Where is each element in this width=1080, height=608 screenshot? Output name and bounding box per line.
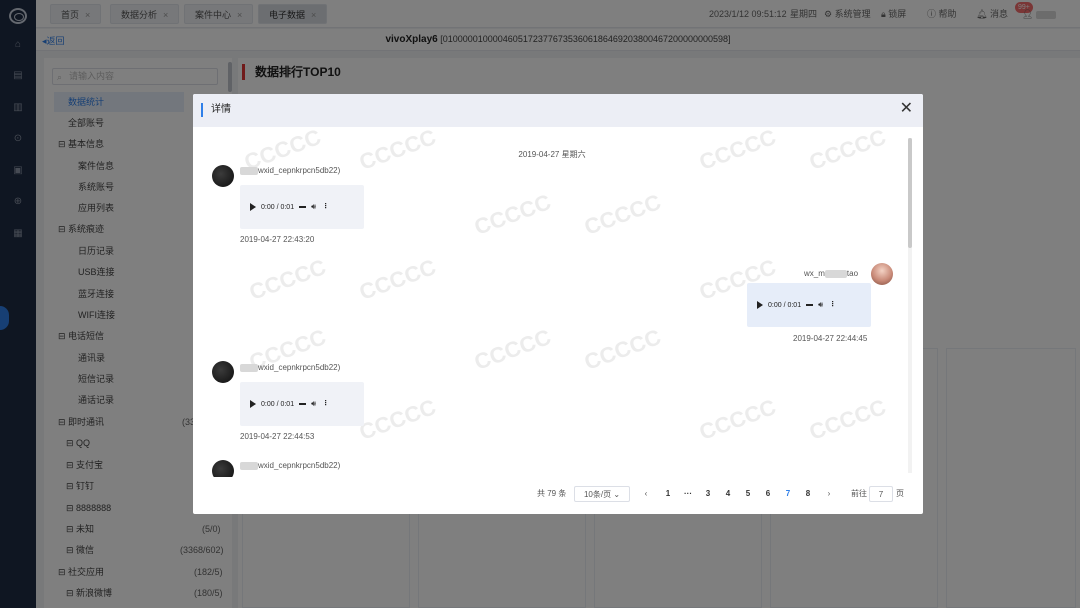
play-icon[interactable] — [250, 203, 256, 211]
volume-icon[interactable]: 🔊︎ — [818, 297, 823, 313]
avatar — [212, 460, 234, 477]
audio-player[interactable]: 0:00 / 0:01 🔊︎ ⋮ — [250, 199, 354, 215]
volume-icon[interactable]: 🔊︎ — [311, 199, 316, 215]
sender-name: wx_m tao — [804, 269, 859, 278]
progress-bar[interactable] — [806, 304, 814, 306]
page-button[interactable]: 5 — [741, 486, 755, 502]
message-timestamp: 2019-04-27 22:44:45 — [793, 334, 868, 343]
goto-label: 前往 — [851, 489, 867, 498]
page-button[interactable]: 1 — [661, 486, 675, 502]
total-count: 共 79 条 — [537, 489, 567, 498]
close-icon[interactable]: ✕ — [900, 100, 913, 118]
message-timestamp: 2019-04-27 22:43:20 — [240, 235, 315, 244]
voice-message: 0:00 / 0:01 🔊︎ ⋮ — [240, 185, 364, 229]
page-button[interactable]: 3 — [701, 486, 715, 502]
page-ellipsis[interactable]: ··· — [681, 486, 695, 502]
more-icon[interactable]: ⋮ — [322, 396, 329, 412]
chat-log[interactable]: CCCCC CCCCC CCCCC CCCCC CCCCC CCCCC CCCC… — [193, 127, 911, 477]
more-icon[interactable]: ⋮ — [322, 199, 329, 215]
watermark: CCCCC — [245, 254, 330, 305]
avatar — [212, 165, 234, 187]
sender-name: wxid_cepnkrpcn5db22) — [240, 363, 340, 372]
chevron-down-icon: ⌄ — [613, 490, 621, 499]
chat-scrollbar[interactable] — [908, 138, 912, 473]
watermark: CCCCC — [580, 189, 665, 240]
watermark: CCCCC — [805, 394, 890, 445]
date-separator: 2019-04-27 星期六 — [518, 150, 586, 159]
goto-page-input[interactable]: 7 — [869, 486, 893, 502]
avatar — [212, 361, 234, 383]
dialog-header: 详情 ✕ — [193, 94, 923, 127]
page-button-current[interactable]: 7 — [781, 486, 795, 502]
sender-name: wxid_cepnkrpcn5db22) — [240, 166, 340, 175]
avatar — [871, 263, 893, 285]
voice-message: 0:00 / 0:01 🔊︎ ⋮ — [747, 283, 871, 327]
page-button[interactable]: 6 — [761, 486, 775, 502]
watermark: CCCCC — [695, 394, 780, 445]
voice-message: 0:00 / 0:01 🔊︎ ⋮ — [240, 382, 364, 426]
play-icon[interactable] — [250, 400, 256, 408]
watermark: CCCCC — [580, 324, 665, 375]
sender-name: wxid_cepnkrpcn5db22) — [240, 461, 340, 470]
watermark: CCCCC — [470, 324, 555, 375]
audio-player[interactable]: 0:00 / 0:01 🔊︎ ⋮ — [757, 297, 861, 313]
progress-bar[interactable] — [299, 206, 307, 208]
dialog-title: 详情 — [201, 103, 231, 117]
scrollbar-thumb[interactable] — [908, 138, 912, 248]
page-size-select[interactable]: 10条/页 ⌄ — [574, 486, 630, 502]
detail-dialog: 详情 ✕ CCCCC CCCCC CCCCC CCCCC CCCCC CCCCC… — [193, 94, 923, 514]
watermark: CCCCC — [355, 254, 440, 305]
message-timestamp: 2019-04-27 22:44:53 — [240, 432, 315, 441]
watermark: CCCCC — [470, 189, 555, 240]
watermark: CCCCC — [355, 394, 440, 445]
pagination: 共 79 条 10条/页 ⌄ ‹ 1 ··· 3 4 5 6 7 8 › 前往 … — [193, 486, 923, 502]
page-unit-label: 页 — [896, 489, 904, 498]
play-icon[interactable] — [757, 301, 763, 309]
page-button[interactable]: 8 — [801, 486, 815, 502]
prev-page-button[interactable]: ‹ — [640, 486, 652, 502]
progress-bar[interactable] — [299, 403, 307, 405]
volume-icon[interactable]: 🔊︎ — [311, 396, 316, 412]
audio-player[interactable]: 0:00 / 0:01 🔊︎ ⋮ — [250, 396, 354, 412]
page-button[interactable]: 4 — [721, 486, 735, 502]
more-icon[interactable]: ⋮ — [829, 297, 836, 313]
next-page-button[interactable]: › — [823, 486, 835, 502]
